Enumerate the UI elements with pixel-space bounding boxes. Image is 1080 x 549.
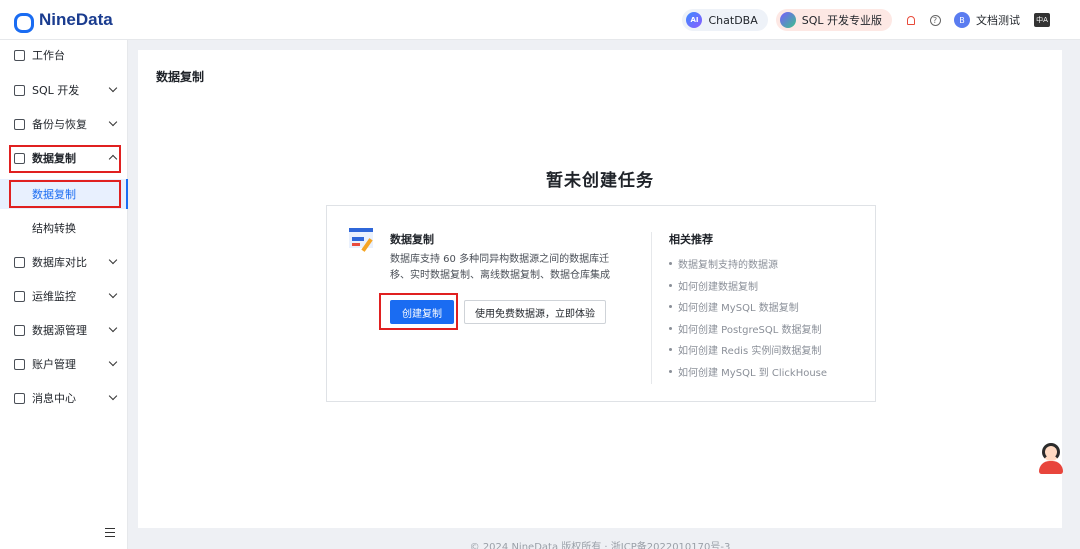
sql-pro-label: SQL 开发专业版 [802, 12, 882, 28]
main-content: 数据复制 暂未创建任务 数据复制 数据库支持 60 多种同异构数据源之间的数据库… [138, 50, 1062, 528]
planet-icon [780, 12, 796, 28]
recommend-link[interactable]: 如何创建 Redis 实例间数据复制 [669, 339, 827, 361]
datasource-icon [14, 325, 25, 336]
sidebar-item-workbench[interactable]: 工作台 [0, 40, 128, 70]
help-button[interactable]: ? [924, 9, 946, 31]
bell-icon [907, 16, 915, 25]
top-header: NineData AI ChatDBA SQL 开发专业版 ? B 文档测试 中… [0, 0, 1080, 40]
chatdba-label: ChatDBA [708, 14, 757, 27]
monitor-icon [14, 85, 25, 96]
account-icon [14, 359, 25, 370]
avatar: B [954, 12, 970, 28]
sidebar-item-label: 备份与恢复 [32, 116, 87, 132]
sql-pro-button[interactable]: SQL 开发专业版 [776, 9, 892, 31]
sidebar-item-messages[interactable]: 消息中心 [0, 383, 128, 413]
chevron-down-icon [109, 118, 117, 126]
page-title: 数据复制 [156, 68, 204, 85]
logo-text: NineData [39, 10, 113, 30]
chatdba-button[interactable]: AI ChatDBA [682, 9, 767, 31]
recommend-link[interactable]: 如何创建 PostgreSQL 数据复制 [669, 318, 827, 340]
notification-button[interactable] [900, 9, 922, 31]
recommend-title: 相关推荐 [669, 231, 713, 247]
recommend-link[interactable]: 如何创建数据复制 [669, 275, 827, 297]
help-icon: ? [930, 15, 941, 26]
chevron-up-icon [109, 155, 117, 163]
sidebar-item-label: 运维监控 [32, 288, 76, 304]
sidebar-item-datasource[interactable]: 数据源管理 [0, 315, 128, 345]
recommend-link[interactable]: 数据复制支持的数据源 [669, 253, 827, 275]
chevron-down-icon [109, 358, 117, 366]
sidebar: 工作台 SQL 开发 备份与恢复 数据复制 数据复制 结构转换 数据库对比 运维… [0, 40, 128, 549]
customer-service-icon[interactable] [1036, 441, 1066, 475]
sidebar-subitem-label: 数据复制 [32, 186, 76, 202]
sidebar-item-label: 数据库对比 [32, 254, 87, 270]
footer-copyright: © 2024 NineData 版权所有 · 浙ICP备2022010170号-… [138, 538, 1062, 549]
backup-icon [14, 119, 25, 130]
sidebar-item-backup[interactable]: 备份与恢复 [0, 109, 128, 139]
divider [651, 232, 652, 384]
sidebar-item-db-compare[interactable]: 数据库对比 [0, 247, 128, 277]
chatdba-icon: AI [686, 12, 702, 28]
recommend-list: 数据复制支持的数据源 如何创建数据复制 如何创建 MySQL 数据复制 如何创建… [669, 253, 827, 382]
sidebar-item-label: 数据复制 [32, 150, 76, 166]
chevron-down-icon [109, 84, 117, 92]
free-trial-button[interactable]: 使用免费数据源，立即体验 [464, 300, 606, 324]
sidebar-item-ops-monitor[interactable]: 运维监控 [0, 281, 128, 311]
recommend-link[interactable]: 如何创建 MySQL 到 ClickHouse [669, 361, 827, 383]
sidebar-subitem-replication[interactable]: 数据复制 [0, 179, 128, 209]
compare-icon [14, 257, 25, 268]
chevron-down-icon [109, 392, 117, 400]
sidebar-item-account[interactable]: 账户管理 [0, 349, 128, 379]
recommend-link[interactable]: 如何创建 MySQL 数据复制 [669, 296, 827, 318]
ninedata-logo-icon [14, 11, 34, 29]
user-menu[interactable]: B 文档测试 [954, 12, 1020, 28]
chevron-down-icon [109, 324, 117, 332]
chevron-down-icon [109, 290, 117, 298]
sidebar-item-label: 数据源管理 [32, 322, 87, 338]
user-name: 文档测试 [976, 12, 1020, 28]
sidebar-item-sql-dev[interactable]: SQL 开发 [0, 75, 128, 105]
replication-illustration-icon [349, 228, 375, 256]
chevron-down-icon [109, 256, 117, 264]
logo[interactable]: NineData [14, 10, 113, 30]
card-description: 数据库支持 60 多种同异构数据源之间的数据库迁移、实时数据复制、离线数据复制、… [390, 252, 616, 284]
sidebar-item-label: SQL 开发 [32, 82, 79, 98]
sidebar-item-replication[interactable]: 数据复制 [0, 143, 128, 173]
language-switch-icon[interactable]: 中A [1034, 13, 1050, 27]
create-replication-button[interactable]: 创建复制 [390, 300, 454, 324]
monitor-alert-icon [14, 291, 25, 302]
sidebar-item-label: 工作台 [32, 47, 65, 63]
card-title: 数据复制 [390, 231, 434, 247]
collapse-sidebar-icon[interactable] [105, 528, 115, 537]
sidebar-item-label: 消息中心 [32, 390, 76, 406]
replication-card: 数据复制 数据库支持 60 多种同异构数据源之间的数据库迁移、实时数据复制、离线… [326, 205, 876, 402]
sidebar-item-label: 账户管理 [32, 356, 76, 372]
replication-icon [14, 153, 25, 164]
sidebar-subitem-label: 结构转换 [32, 220, 76, 236]
mail-icon [14, 393, 25, 404]
sidebar-subitem-schema-convert[interactable]: 结构转换 [0, 213, 128, 243]
empty-state-title: 暂未创建任务 [138, 166, 1062, 191]
home-icon [14, 50, 25, 61]
